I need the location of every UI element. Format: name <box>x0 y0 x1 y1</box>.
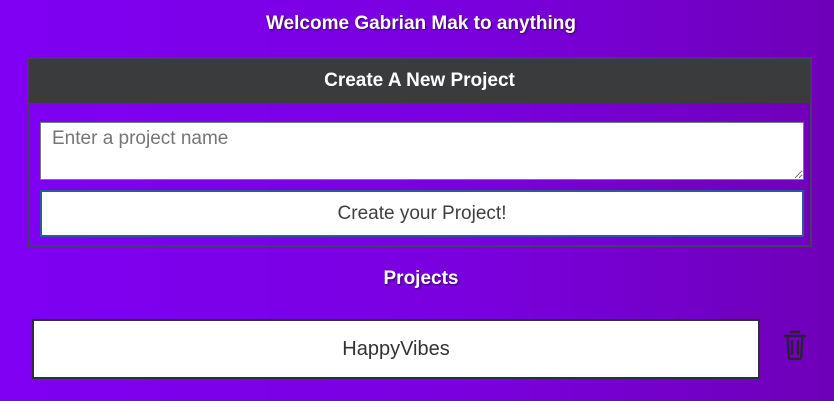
welcome-message: Welcome Gabrian Mak to anything <box>265 13 577 34</box>
create-project-button[interactable]: Create your Project! <box>40 190 804 237</box>
create-project-panel: Create A New Project Create your Project… <box>27 57 812 247</box>
trash-icon <box>783 330 807 361</box>
delete-project-button[interactable] <box>781 329 809 361</box>
project-name-input[interactable] <box>40 122 804 180</box>
create-project-title: Create A New Project <box>29 59 810 103</box>
projects-heading: Projects <box>383 268 459 289</box>
project-item[interactable]: HappyVibes <box>32 319 760 379</box>
